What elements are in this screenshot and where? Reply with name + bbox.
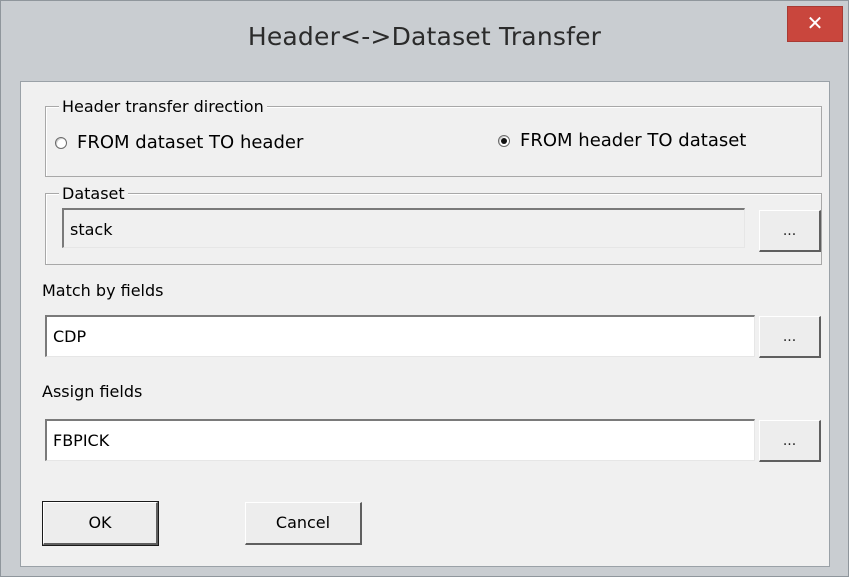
- close-icon: ✕: [806, 11, 824, 35]
- match-fields-value: CDP: [53, 327, 87, 346]
- dataset-field: stack: [62, 208, 745, 248]
- radio-header-to-dataset[interactable]: FROM header TO dataset: [498, 130, 746, 151]
- ok-button[interactable]: OK: [42, 501, 159, 546]
- assign-fields-input[interactable]: FBPICK: [45, 419, 755, 461]
- window-title: Header<->Dataset Transfer: [247, 22, 602, 51]
- dialog-window: Header<->Dataset Transfer ✕ Header trans…: [0, 0, 849, 577]
- cancel-button[interactable]: Cancel: [245, 502, 362, 545]
- close-button[interactable]: ✕: [787, 6, 843, 42]
- direction-legend: Header transfer direction: [59, 97, 267, 116]
- radio-dataset-to-header-label: FROM dataset TO header: [77, 132, 304, 153]
- match-fields-browse-button[interactable]: ...: [759, 316, 821, 358]
- match-fields-input[interactable]: CDP: [45, 315, 755, 357]
- match-fields-label: Match by fields: [42, 281, 164, 300]
- title-bar[interactable]: Header<->Dataset Transfer ✕: [1, 1, 848, 81]
- dialog-body: Header transfer direction FROM dataset T…: [20, 81, 830, 567]
- assign-fields-browse-button[interactable]: ...: [759, 420, 821, 462]
- radio-dot-icon: [501, 137, 507, 144]
- radio-unselected-icon: [55, 136, 67, 149]
- assign-fields-value: FBPICK: [53, 431, 110, 450]
- radio-dataset-to-header[interactable]: FROM dataset TO header: [55, 132, 303, 153]
- dataset-value: stack: [70, 220, 113, 239]
- dataset-browse-button[interactable]: ...: [759, 210, 821, 252]
- radio-header-to-dataset-label: FROM header TO dataset: [520, 130, 747, 151]
- radio-selected-icon: [498, 134, 510, 147]
- assign-fields-label: Assign fields: [42, 382, 143, 401]
- dataset-legend: Dataset: [59, 184, 128, 203]
